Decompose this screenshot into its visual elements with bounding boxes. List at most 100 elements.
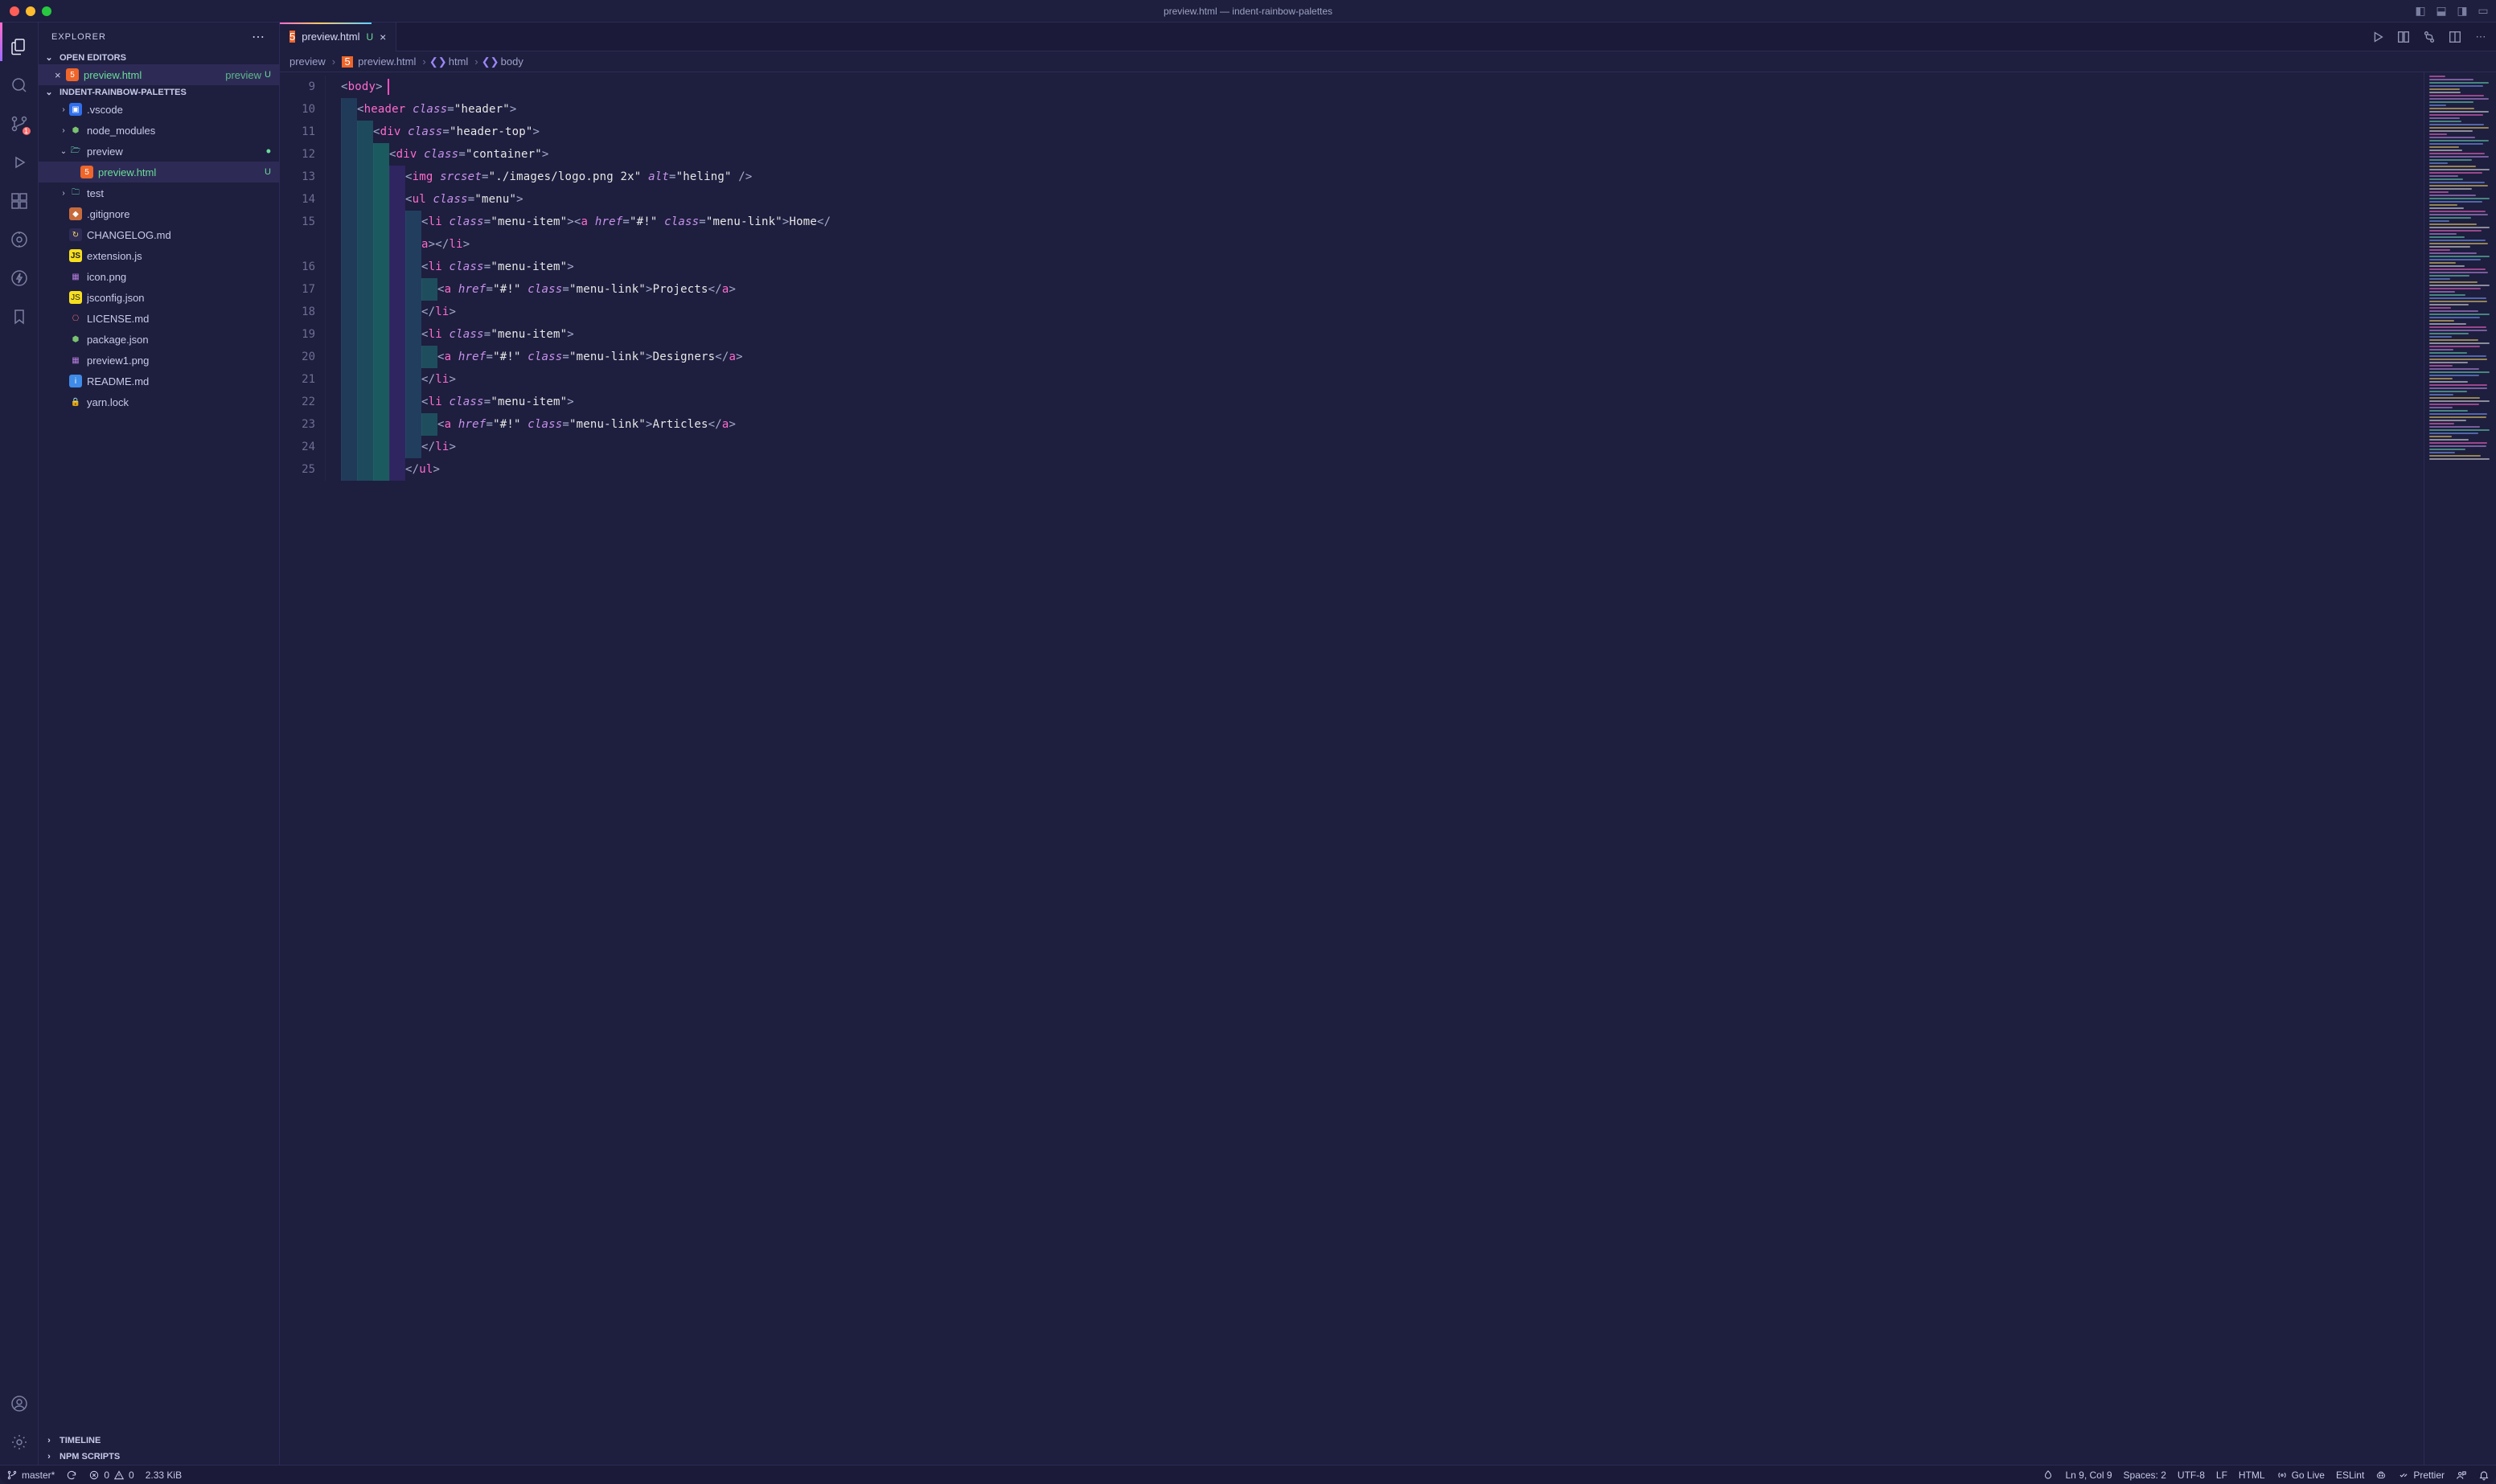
breadcrumbs[interactable]: preview›5preview.html›❮❯html›❮❯body <box>280 51 2496 72</box>
status-size[interactable]: 2.33 KiB <box>146 1470 182 1481</box>
tree-file[interactable]: JSjsconfig.json <box>39 287 279 308</box>
timeline-section[interactable]: › TIMELINE <box>39 1433 279 1449</box>
html5-icon: 5 <box>66 68 79 81</box>
tree-file[interactable]: ↻CHANGELOG.md <box>39 224 279 245</box>
activity-gitlens[interactable] <box>0 220 39 259</box>
npm-scripts-section[interactable]: › NPM SCRIPTS <box>39 1449 279 1465</box>
code-text: <div class="container"> <box>389 143 549 166</box>
close-icon[interactable]: × <box>55 69 66 81</box>
status-prettier[interactable]: Prettier <box>2398 1470 2445 1481</box>
code-line[interactable]: <ul class="menu"> <box>325 188 2424 211</box>
tree-file[interactable]: ⎔LICENSE.md <box>39 308 279 329</box>
main: 1 <box>0 23 2496 1465</box>
tl-minimize[interactable] <box>26 6 35 16</box>
customize-layout-icon[interactable]: ▭ <box>2477 5 2490 18</box>
more-icon[interactable]: ⋯ <box>2473 30 2488 44</box>
workspace-section[interactable]: ⌄ INDENT-RAINBOW-PALETTES <box>39 85 279 99</box>
breadcrumb-item[interactable]: ❮❯body <box>485 55 523 68</box>
code-line[interactable]: <div class="container"> <box>325 143 2424 166</box>
run-icon[interactable] <box>2371 30 2385 44</box>
tree-file[interactable]: 5preview.htmlU <box>39 162 279 182</box>
chevron-down-icon: ⌄ <box>43 52 55 63</box>
code-line[interactable]: <a href="#!" class="menu-link">Designers… <box>325 346 2424 368</box>
tab-preview-html[interactable]: 5 preview.html U × <box>280 23 396 51</box>
tl-zoom[interactable] <box>42 6 51 16</box>
tree-file[interactable]: ▦preview1.png <box>39 350 279 371</box>
code-line[interactable]: <a href="#!" class="menu-link">Articles<… <box>325 413 2424 436</box>
activity-thunder[interactable] <box>0 259 39 297</box>
code-area[interactable]: 9101112131415 16171819202122232425 <body… <box>280 72 2496 1465</box>
toggle-secondary-sidebar-icon[interactable]: ◨ <box>2456 5 2469 18</box>
code-line[interactable]: <body> <box>325 76 2424 98</box>
code-line[interactable]: <header class="header"> <box>325 98 2424 121</box>
status-encoding[interactable]: UTF-8 <box>2178 1470 2205 1481</box>
code-line[interactable]: <img srcset="./images/logo.png 2x" alt="… <box>325 166 2424 188</box>
tl-close[interactable] <box>10 6 19 16</box>
breadcrumb-item[interactable]: ❮❯html <box>433 55 469 68</box>
status-color-mode[interactable] <box>2042 1470 2054 1481</box>
activity-account[interactable] <box>0 1384 39 1423</box>
tree-file[interactable]: ⬢package.json <box>39 329 279 350</box>
status-feedback[interactable] <box>2456 1470 2467 1481</box>
code-line[interactable]: <li class="menu-item"> <box>325 391 2424 413</box>
close-icon[interactable]: × <box>380 31 386 43</box>
breadcrumb-item[interactable]: 5preview.html <box>342 55 416 68</box>
code-line[interactable]: </li> <box>325 436 2424 458</box>
tree-folder[interactable]: ›🗀test <box>39 182 279 203</box>
explorer-more-icon[interactable]: ⋯ <box>252 29 266 45</box>
toggle-panel-icon[interactable]: ⬓ <box>2435 5 2448 18</box>
status-bell[interactable] <box>2478 1470 2490 1481</box>
tree-folder[interactable]: ›▣.vscode <box>39 99 279 120</box>
activity-run[interactable] <box>0 143 39 182</box>
activity-search[interactable] <box>0 66 39 105</box>
activity-bookmarks[interactable] <box>0 297 39 336</box>
code-line[interactable]: a></li> <box>325 233 2424 256</box>
tree-file[interactable]: JSextension.js <box>39 245 279 266</box>
status-lang[interactable]: HTML <box>2239 1470 2265 1481</box>
diff-icon[interactable] <box>2396 30 2411 44</box>
tree-file[interactable]: iREADME.md <box>39 371 279 391</box>
minimap[interactable] <box>2424 72 2496 1465</box>
open-editor-item[interactable]: ×5preview.htmlpreviewU <box>39 64 279 85</box>
status-eslint[interactable]: ESLint <box>2336 1470 2364 1481</box>
open-editors-label: OPEN EDITORS <box>60 53 126 63</box>
breadcrumb-item[interactable]: preview <box>289 55 326 68</box>
toggle-sidebar-icon[interactable]: ◧ <box>2414 5 2427 18</box>
traffic-lights <box>0 6 51 16</box>
code-line[interactable]: </ul> <box>325 458 2424 481</box>
status-copilot[interactable] <box>2375 1470 2387 1481</box>
tree-folder[interactable]: ›⬢node_modules <box>39 120 279 141</box>
code-line[interactable]: <li class="menu-item"> <box>325 256 2424 278</box>
status-cursor[interactable]: Ln 9, Col 9 <box>2065 1470 2112 1481</box>
activity-explorer[interactable] <box>0 27 39 66</box>
code-line[interactable]: <a href="#!" class="menu-link">Projects<… <box>325 278 2424 301</box>
status-spaces[interactable]: Spaces: 2 <box>2124 1470 2166 1481</box>
tree-file[interactable]: 🔒yarn.lock <box>39 391 279 412</box>
status-golive[interactable]: Go Live <box>2276 1470 2325 1481</box>
explorer-title: EXPLORER <box>51 32 106 42</box>
status-problems[interactable]: 0 0 <box>88 1470 133 1481</box>
status-eol[interactable]: LF <box>2216 1470 2227 1481</box>
status-sync[interactable] <box>66 1470 77 1481</box>
code-line[interactable]: </li> <box>325 301 2424 323</box>
activity-scm[interactable]: 1 <box>0 105 39 143</box>
code-line[interactable]: <li class="menu-item"><a href="#!" class… <box>325 211 2424 233</box>
code-line[interactable]: </li> <box>325 368 2424 391</box>
activity-extensions[interactable] <box>0 182 39 220</box>
split-editor-icon[interactable] <box>2448 30 2462 44</box>
errors-count: 0 <box>104 1470 109 1481</box>
tree-folder[interactable]: ⌄🗁preview• <box>39 141 279 162</box>
titlebar[interactable]: preview.html — indent-rainbow-palettes ◧… <box>0 0 2496 23</box>
tab-filename: preview.html <box>302 31 359 43</box>
git-compare-icon[interactable] <box>2422 30 2436 44</box>
activity-settings[interactable] <box>0 1423 39 1461</box>
status-branch[interactable]: master* <box>6 1470 55 1481</box>
code-line[interactable]: <li class="menu-item"> <box>325 323 2424 346</box>
open-editors-section[interactable]: ⌄ OPEN EDITORS <box>39 51 279 64</box>
breadcrumb-label: preview <box>289 55 326 68</box>
code[interactable]: <body><header class="header"><div class=… <box>325 72 2424 1465</box>
code-line[interactable]: <div class="header-top"> <box>325 121 2424 143</box>
tree-file[interactable]: ▦icon.png <box>39 266 279 287</box>
folder-icon: ⬢ <box>69 124 82 137</box>
tree-file[interactable]: ◆.gitignore <box>39 203 279 224</box>
